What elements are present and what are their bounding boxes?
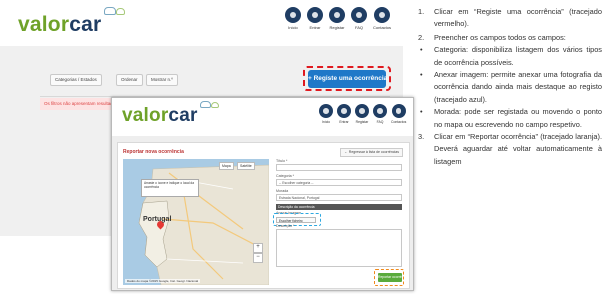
nav-item-home[interactable]: Início — [319, 104, 333, 124]
valorcar-logo[interactable]: valorcar — [122, 105, 198, 127]
home-icon — [319, 104, 333, 118]
nav-item-home[interactable]: Início — [285, 7, 301, 30]
satellite-view-button[interactable]: Satélite — [237, 162, 255, 170]
instruction-step-3: 3. Clicar em “Reportar ocorrência” (trac… — [418, 132, 602, 166]
description-textarea[interactable] — [276, 229, 402, 267]
site-header: valorcar Início Entrar Registar FAQ Cont… — [112, 98, 413, 137]
main-nav: Início Entrar Registar FAQ Contactos — [285, 7, 391, 30]
nav-item-register[interactable]: Registar — [329, 7, 345, 30]
faq-icon — [351, 7, 367, 23]
faq-icon — [373, 104, 387, 118]
instruction-list: 1. Clicar em “Registe uma ocorrência” (t… — [418, 6, 602, 292]
report-form-screenshot: valorcar Início Entrar Registar FAQ Cont… — [111, 97, 414, 291]
title-input[interactable] — [276, 164, 402, 171]
nav-item-faq[interactable]: FAQ — [373, 104, 387, 124]
instruction-step-1: 1. Clicar em “Registe uma ocorrência” (t… — [418, 7, 602, 29]
categories-filter-button[interactable]: Categorias / Estados — [50, 74, 102, 86]
login-icon — [337, 104, 351, 118]
zoom-out-button[interactable]: − — [253, 253, 263, 263]
nav-item-contacts[interactable]: Contactos — [373, 7, 391, 30]
login-icon — [307, 7, 323, 23]
orange-dashed-highlight — [374, 269, 404, 286]
red-dashed-highlight — [303, 66, 391, 91]
location-map[interactable]: Mapa Satélite + − Arraste o ícone e indi… — [123, 159, 269, 285]
nav-item-login[interactable]: Entrar — [307, 7, 323, 30]
house-logo-icon — [116, 8, 125, 15]
house-logo-icon — [211, 102, 219, 108]
back-to-list-button[interactable]: ← Regressar à lista de ocorrências — [340, 148, 403, 157]
zoom-in-button[interactable]: + — [253, 243, 263, 253]
show-count-button[interactable]: Mostrar n.º — [146, 74, 178, 86]
address-input[interactable]: Estrada Nacional, Portugal — [276, 194, 402, 201]
main-nav: Início Entrar Registar FAQ Contactos — [319, 104, 406, 124]
instruction-bullet-image: • Anexar imagem: permite anexar uma foto… — [420, 70, 602, 104]
description-section-bar: Descrição da ocorrência — [276, 204, 402, 210]
nav-item-contacts[interactable]: Contactos — [391, 104, 406, 124]
instruction-bullet-category: • Categoria: disponibiliza listagem dos … — [420, 45, 602, 67]
site-header: valorcar Início Entrar Registar FAQ Cont… — [0, 0, 403, 47]
map-country-label: Portugal — [143, 216, 172, 223]
category-select[interactable]: -- Escolher categoria -- — [276, 179, 402, 186]
map-view-button[interactable]: Mapa — [219, 162, 234, 170]
map-attribution: Dados do mapa ©2015 Google, Inst. Geogr.… — [125, 279, 201, 283]
register-icon — [355, 104, 369, 118]
contact-icon — [391, 104, 406, 118]
page-body: Reportar nova ocorrência ← Regressar à l… — [112, 136, 413, 290]
contact-icon — [374, 7, 390, 23]
report-panel: Reportar nova ocorrência ← Regressar à l… — [117, 142, 410, 289]
title-label: Título * — [276, 159, 288, 163]
report-form: Título * Categoria * -- Escolher categor… — [273, 159, 408, 286]
nav-item-register[interactable]: Registar — [355, 104, 369, 124]
order-button[interactable]: Ordenar — [116, 74, 143, 86]
instruction-step-2: 2. Preencher os campos todos os campos: — [418, 32, 566, 42]
car-logo-icon — [200, 101, 211, 108]
home-icon — [285, 7, 301, 23]
nav-item-faq[interactable]: FAQ — [351, 7, 367, 30]
register-icon — [329, 7, 345, 23]
description-label: Descrição * — [276, 224, 295, 228]
valorcar-logo[interactable]: valorcar — [18, 13, 101, 37]
category-label: Categoria * — [276, 174, 294, 178]
panel-title: Reportar nova ocorrência — [123, 149, 184, 155]
nav-item-login[interactable]: Entrar — [337, 104, 351, 124]
instruction-bullet-address: • Morada: pode ser registada ou movendo … — [420, 107, 602, 129]
car-logo-icon — [104, 7, 116, 15]
map-tooltip: Arraste o ícone e indique o local da oco… — [141, 179, 199, 197]
address-label: Morada — [276, 189, 289, 193]
